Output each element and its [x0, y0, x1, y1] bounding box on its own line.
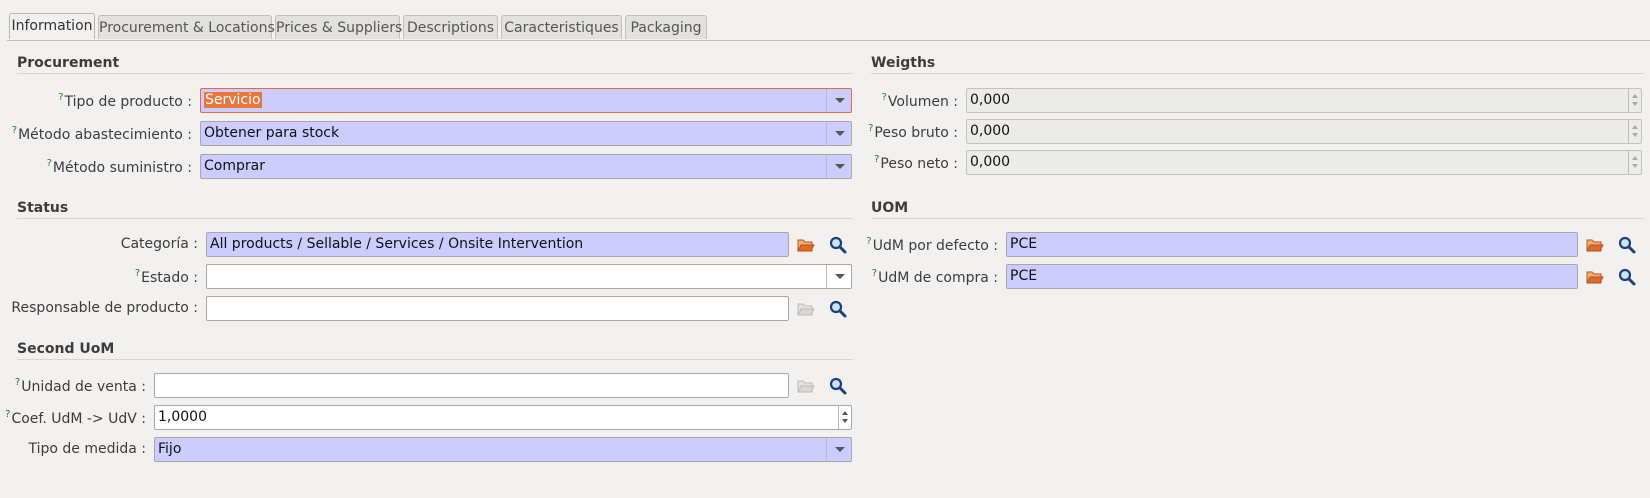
chevron-down-icon[interactable]	[826, 265, 851, 288]
udm-compra-label: ?UdM de compra :	[871, 268, 998, 286]
number-spinner[interactable]	[1628, 120, 1641, 143]
udm-defecto-label: ?UdM por defecto :	[866, 236, 998, 254]
section-procurement-title: Procurement	[17, 55, 120, 71]
coef-udm-udv-input[interactable]: 1,0000	[154, 405, 852, 430]
estado-select[interactable]	[206, 264, 852, 289]
responsable-label: Responsable de producto :	[11, 300, 198, 316]
tab-separator	[7, 40, 1650, 41]
metodo-abastecimiento-label: ?Método abastecimiento :	[11, 125, 192, 143]
chevron-down-icon[interactable]	[826, 122, 851, 145]
tab-information[interactable]: Information	[9, 13, 95, 39]
search-icon[interactable]	[1618, 236, 1636, 254]
tipo-medida-label: Tipo de medida :	[28, 441, 146, 457]
section-second-uom-title: Second UoM	[17, 341, 115, 357]
folder-open-icon[interactable]	[797, 236, 815, 254]
metodo-suministro-select[interactable]: Comprar	[200, 154, 852, 179]
folder-open-icon	[797, 303, 815, 316]
folder-open-icon	[797, 380, 815, 393]
tab-procurement-locations[interactable]: Procurement & Locations	[98, 15, 275, 39]
categoria-field[interactable]: All products / Sellable / Services / Ons…	[206, 232, 789, 257]
peso-bruto-input[interactable]: 0,000	[966, 119, 1642, 144]
section-divider	[17, 218, 853, 219]
section-uom-title: UOM	[871, 200, 909, 216]
unidad-venta-label: ?Unidad de venta :	[14, 377, 146, 395]
volumen-label: ?Volumen :	[881, 92, 958, 110]
section-divider	[871, 218, 1644, 219]
unidad-venta-field[interactable]	[154, 373, 789, 398]
estado-label: ?Estado :	[134, 268, 198, 286]
coef-label: ?Coef. UdM -> UdV :	[5, 409, 146, 427]
folder-open-icon[interactable]	[1586, 236, 1604, 254]
section-weights-title: Weigths	[871, 55, 936, 71]
peso-bruto-label: ?Peso bruto :	[868, 123, 958, 141]
search-icon[interactable]	[829, 377, 847, 395]
number-spinner[interactable]	[838, 406, 851, 429]
responsable-field[interactable]	[206, 296, 789, 321]
chevron-down-icon[interactable]	[826, 89, 851, 112]
udm-defecto-field[interactable]: PCE	[1006, 232, 1578, 257]
metodo-suministro-label: ?Método suministro :	[46, 158, 192, 176]
section-divider	[17, 359, 853, 360]
search-icon[interactable]	[1618, 268, 1636, 286]
search-icon[interactable]	[829, 300, 847, 318]
folder-open-icon[interactable]	[1586, 268, 1604, 286]
categoria-label: Categoría :	[120, 236, 198, 252]
tipo-producto-select[interactable]: Servicio	[200, 88, 852, 113]
volumen-input[interactable]: 0,000	[966, 88, 1642, 113]
tipo-producto-label: ?Tipo de producto :	[58, 92, 192, 110]
tab-caracteristiques[interactable]: Caracteristiques	[501, 15, 622, 39]
chevron-down-icon[interactable]	[826, 438, 851, 461]
search-icon[interactable]	[829, 236, 847, 254]
tab-descriptions[interactable]: Descriptions	[403, 15, 498, 39]
tipo-medida-select[interactable]: Fijo	[154, 437, 852, 462]
section-divider	[871, 73, 1644, 74]
section-divider	[17, 73, 853, 74]
udm-compra-field[interactable]: PCE	[1006, 264, 1578, 289]
tab-packaging[interactable]: Packaging	[625, 15, 707, 39]
number-spinner[interactable]	[1628, 151, 1641, 174]
peso-neto-input[interactable]: 0,000	[966, 150, 1642, 175]
metodo-abastecimiento-select[interactable]: Obtener para stock	[200, 121, 852, 146]
number-spinner[interactable]	[1628, 89, 1641, 112]
peso-neto-label: ?Peso neto :	[874, 154, 958, 172]
tab-prices-suppliers[interactable]: Prices & Suppliers	[275, 15, 402, 39]
section-status-title: Status	[17, 200, 69, 216]
chevron-down-icon[interactable]	[826, 155, 851, 178]
